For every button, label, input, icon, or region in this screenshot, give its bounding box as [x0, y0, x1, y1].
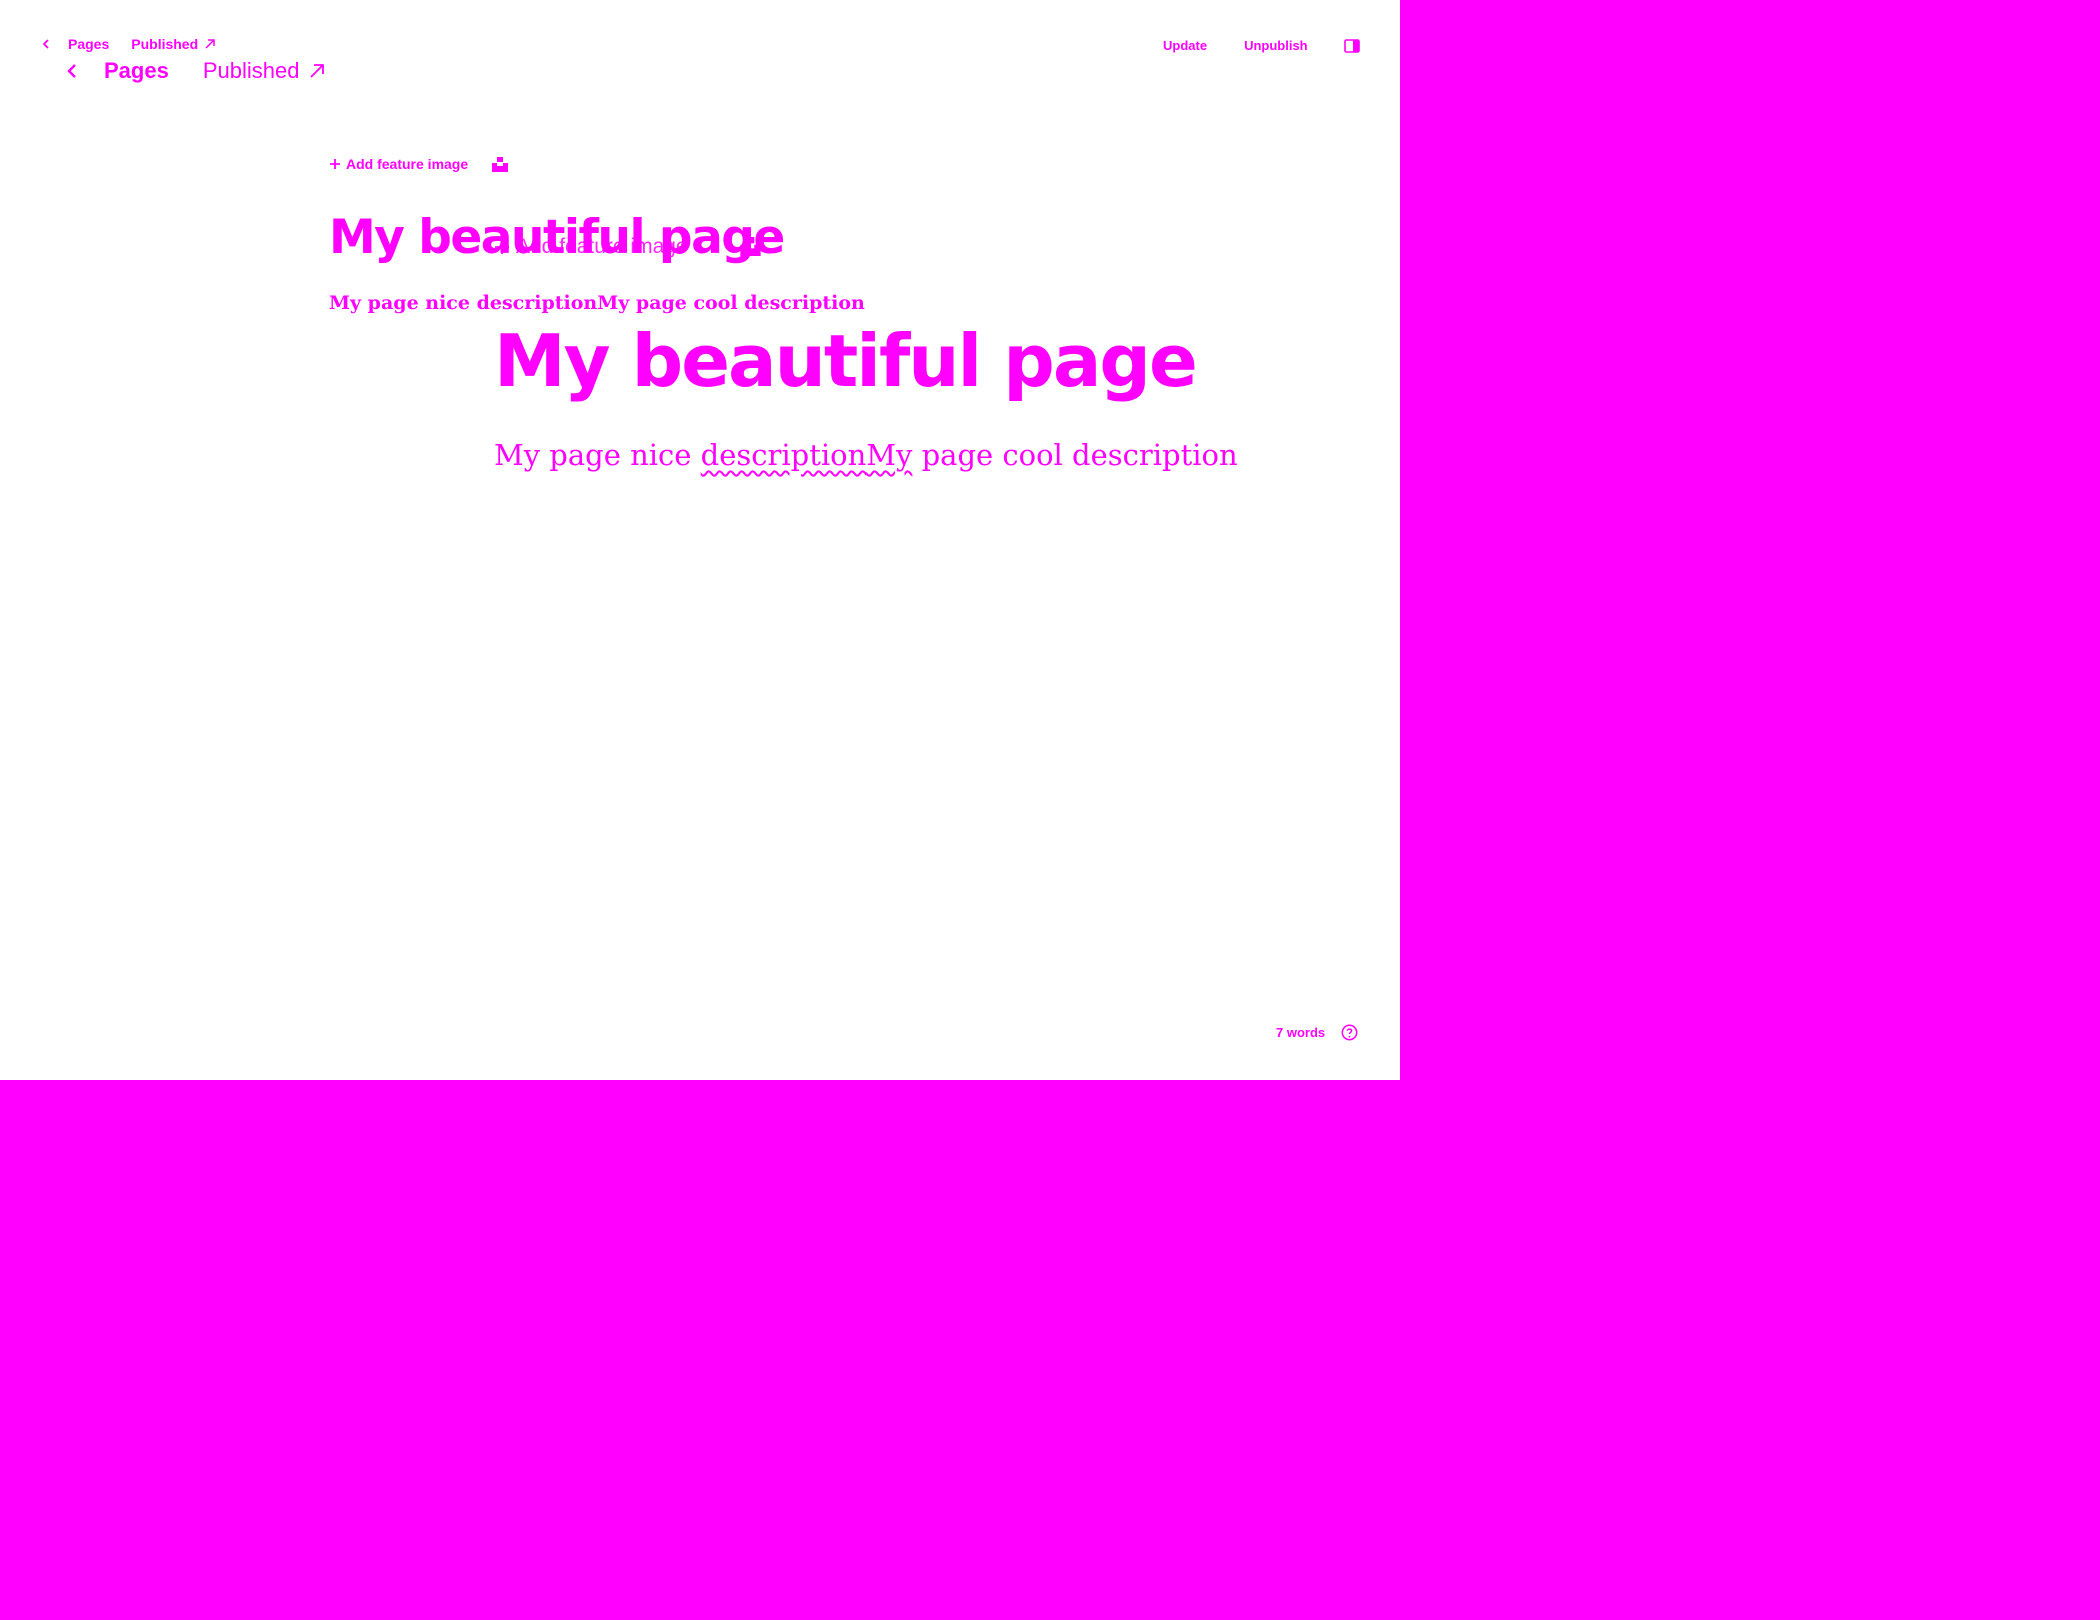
- help-circle-icon: [1341, 1024, 1358, 1041]
- plus-icon: [329, 158, 341, 170]
- excerpt-part-a: My page nice description: [494, 438, 867, 472]
- breadcrumb-pages[interactable]: Pages: [68, 36, 109, 52]
- add-feature-image-label: Add feature image: [346, 156, 469, 172]
- page-title-input[interactable]: My beautiful page: [494, 318, 1198, 404]
- page-excerpt-input[interactable]: My page nice descriptionMy page cool des…: [494, 435, 1238, 475]
- unsplash-icon: [492, 157, 508, 172]
- editor-canvas: Pages Published Pages Published Update U…: [0, 0, 1400, 1080]
- unsplash-button[interactable]: [492, 157, 508, 172]
- header-actions: Update Unpublish: [1163, 38, 1360, 53]
- back-button[interactable]: [40, 38, 56, 50]
- back-button-large[interactable]: [64, 62, 82, 80]
- breadcrumb-pages-large[interactable]: Pages: [104, 58, 169, 84]
- add-feature-image-button[interactable]: Add feature image: [329, 156, 468, 172]
- update-button[interactable]: Update: [1163, 38, 1207, 53]
- chevron-left-icon: [42, 39, 49, 49]
- chevron-left-icon: [67, 64, 76, 78]
- sidebar-toggle-button[interactable]: [1343, 38, 1360, 53]
- page-title-small[interactable]: My beautiful page: [329, 210, 785, 266]
- word-count: 7 words: [1276, 1025, 1326, 1040]
- excerpt-part-a: My page nice description: [329, 292, 598, 314]
- page-excerpt-small[interactable]: My page nice descriptionMy page cool des…: [329, 291, 865, 315]
- arrow-up-right-icon: [309, 63, 325, 79]
- excerpt-part-b: My page cool description: [866, 438, 1238, 472]
- editor-footer: 7 words: [1276, 1024, 1358, 1041]
- sidebar-toggle-icon: [1343, 38, 1360, 53]
- unpublish-button[interactable]: Unpublish: [1244, 38, 1308, 53]
- excerpt-part-b: My page cool description: [597, 292, 865, 314]
- header-breadcrumbs-large: Pages Published: [64, 58, 325, 84]
- status-label: Published: [131, 36, 199, 52]
- status-label-large: Published: [202, 58, 300, 83]
- arrow-up-right-icon: [204, 38, 216, 50]
- header-breadcrumbs: Pages Published: [40, 36, 216, 52]
- help-button[interactable]: [1341, 1024, 1358, 1041]
